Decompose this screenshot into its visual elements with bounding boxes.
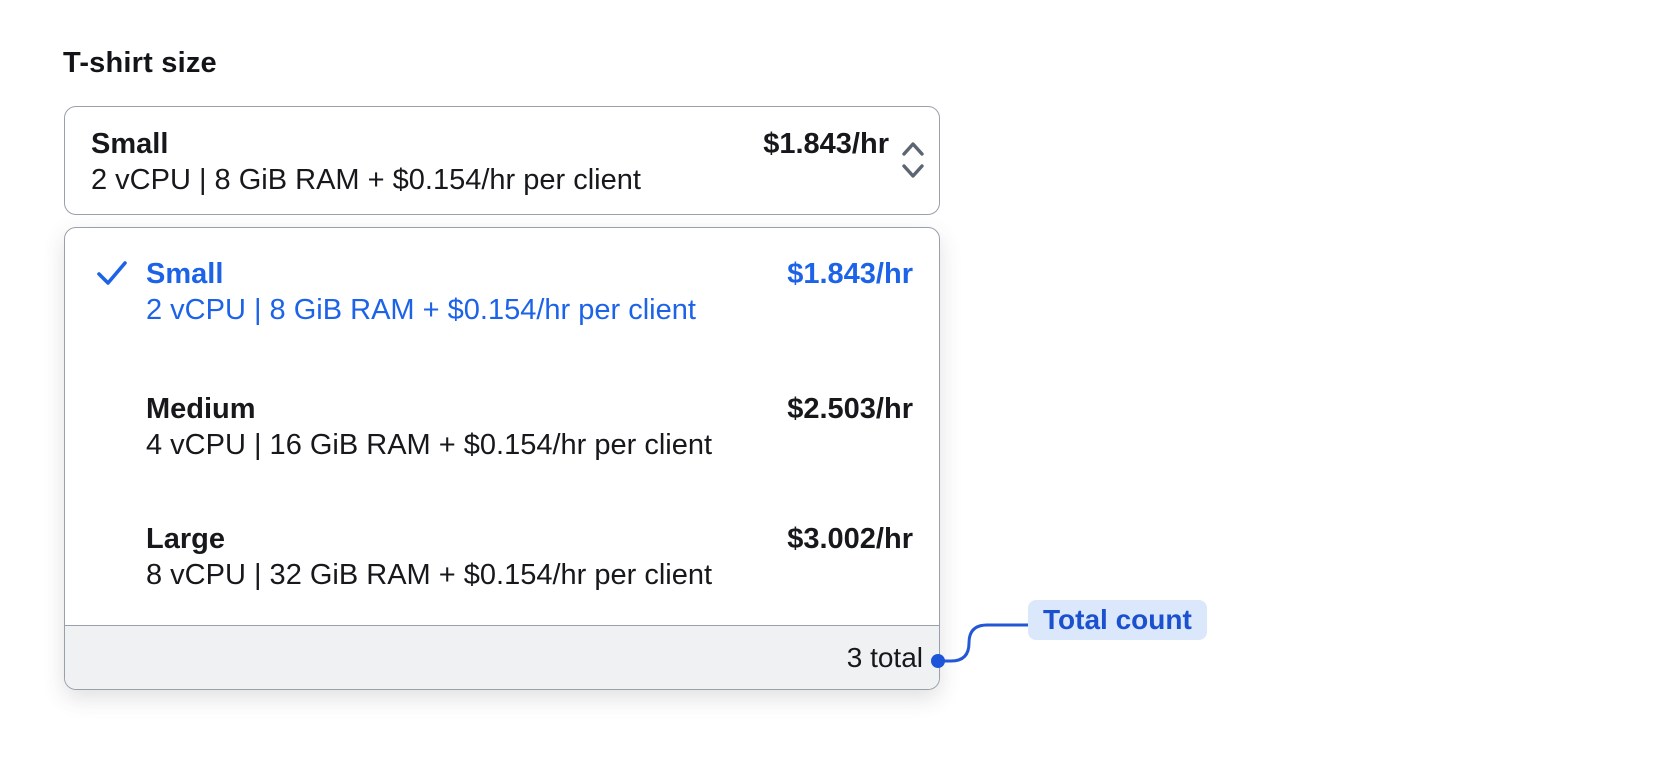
option-price: $2.503/hr (787, 393, 913, 425)
option-specs: 2 vCPU | 8 GiB RAM + $0.154/hr per clien… (146, 294, 696, 326)
field-label: T-shirt size (63, 47, 217, 79)
option-name: Medium (146, 393, 256, 425)
option-price: $3.002/hr (787, 523, 913, 555)
annotation-connector-line (931, 623, 1028, 668)
tshirt-size-select-trigger[interactable]: Small $1.843/hr 2 vCPU | 8 GiB RAM + $0.… (64, 106, 940, 215)
option-name: Small (146, 258, 224, 290)
option-large[interactable]: Large $3.002/hr 8 vCPU | 32 GiB RAM + $0… (65, 521, 939, 593)
selected-option-name: Small (91, 128, 169, 160)
option-name: Large (146, 523, 225, 555)
selected-option-price: $1.843/hr (763, 128, 889, 160)
option-medium[interactable]: Medium $2.503/hr 4 vCPU | 16 GiB RAM + $… (65, 391, 939, 463)
option-specs: 4 vCPU | 16 GiB RAM + $0.154/hr per clie… (146, 429, 713, 461)
option-price: $1.843/hr (787, 258, 913, 290)
selected-option-specs: 2 vCPU | 8 GiB RAM + $0.154/hr per clien… (91, 164, 641, 196)
tshirt-size-dropdown: Small $1.843/hr 2 vCPU | 8 GiB RAM + $0.… (64, 227, 940, 690)
option-small[interactable]: Small $1.843/hr 2 vCPU | 8 GiB RAM + $0.… (65, 256, 939, 328)
trigger-title-row: Small $1.843/hr (91, 126, 889, 162)
annotation-total-count-label: Total count (1028, 600, 1207, 640)
check-icon (96, 259, 128, 287)
chevron-up-down-icon (901, 140, 925, 180)
option-specs: 8 vCPU | 32 GiB RAM + $0.154/hr per clie… (146, 559, 713, 591)
total-count-text: 3 total (846, 641, 923, 673)
dropdown-footer: 3 total (65, 625, 939, 689)
